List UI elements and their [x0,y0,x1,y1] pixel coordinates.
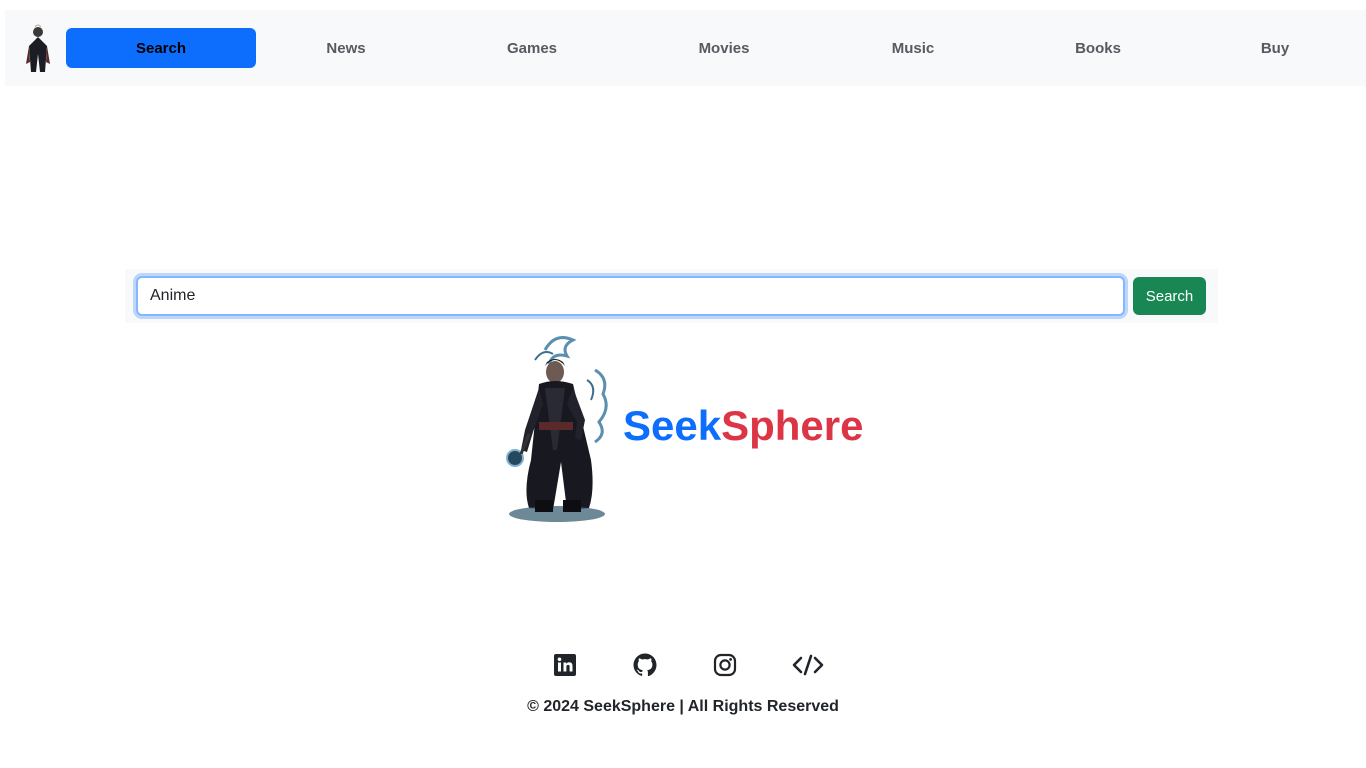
brand-seek: Seek [623,402,722,449]
nav-buy[interactable]: Buy [1245,28,1305,68]
nav-movies[interactable]: Movies [684,28,764,68]
hero: SeekSphere [495,330,865,525]
navbar: Search News Games Movies Music Books Buy [5,10,1366,86]
github-icon[interactable] [632,652,658,678]
search-bar: Search [125,269,1218,323]
linkedin-icon[interactable] [552,652,578,678]
nav-search[interactable]: Search [66,28,256,68]
search-input[interactable] [136,276,1125,316]
nav-games[interactable]: Games [492,28,572,68]
nav-books[interactable]: Books [1058,28,1138,68]
code-icon[interactable] [792,652,824,678]
brand-title: SeekSphere [623,402,863,450]
footer-copyright: © 2024 SeekSphere | All Rights Reserved [527,698,839,715]
character-logo-icon[interactable] [23,24,53,74]
nav-music[interactable]: Music [873,28,953,68]
character-illustration-icon [506,336,608,522]
instagram-icon[interactable] [712,652,738,678]
search-button[interactable]: Search [1133,277,1206,315]
nav-news[interactable]: News [306,28,386,68]
brand-sphere: Sphere [721,402,864,449]
